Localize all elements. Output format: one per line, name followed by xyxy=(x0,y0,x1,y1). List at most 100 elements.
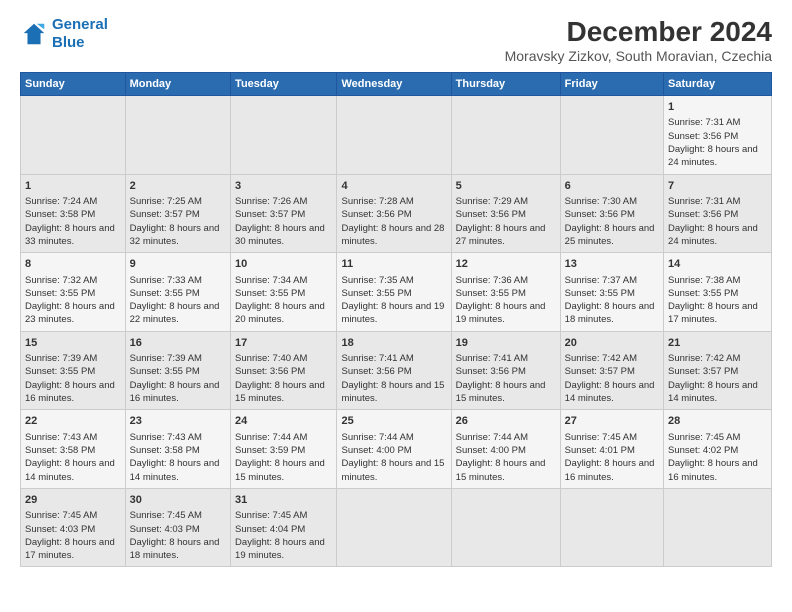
daylight-text: Daylight: 8 hours and 20 minutes. xyxy=(235,301,325,325)
daylight-text: Daylight: 8 hours and 15 minutes. xyxy=(456,380,546,404)
calendar-cell xyxy=(21,96,126,175)
calendar-cell: 27Sunrise: 7:45 AMSunset: 4:01 PMDayligh… xyxy=(560,410,663,489)
calendar-cell xyxy=(231,96,337,175)
sunrise-text: Sunrise: 7:45 AM xyxy=(668,432,740,443)
calendar-cell: 18 Sunrise: 7:41 AM Sunset: 3:56 PM Dayligh… xyxy=(337,331,451,410)
sunrise-text: Sunrise: 7:30 AM xyxy=(565,196,637,207)
calendar-cell xyxy=(560,96,663,175)
daylight-text: Daylight: 8 hours and 24 minutes. xyxy=(668,223,758,247)
month-title: December 2024 xyxy=(505,16,772,48)
day-number: 28 xyxy=(668,414,767,429)
day-number: 11 xyxy=(341,257,446,272)
sunset-text: Sunset: 3:56 PM xyxy=(456,209,526,220)
sunrise-text: Sunrise: 7:31 AM xyxy=(668,117,740,128)
sunrise-text: Sunrise: 7:39 AM xyxy=(130,353,202,364)
col-tuesday: Tuesday xyxy=(231,73,337,96)
day-number: 17 xyxy=(235,336,332,351)
logo-line2: Blue xyxy=(52,34,85,51)
calendar-cell xyxy=(664,488,772,567)
calendar-cell: 16Sunrise: 7:39 AMSunset: 3:55 PMDayligh… xyxy=(125,331,230,410)
day-number: 25 xyxy=(341,414,446,429)
calendar-cell: 15Sunrise: 7:39 AMSunset: 3:55 PMDayligh… xyxy=(21,331,126,410)
daylight-text: Daylight: 8 hours and 17 minutes. xyxy=(25,537,115,561)
calendar-cell: 17 Sunrise: 7:40 AM Sunset: 3:56 PM Dayligh… xyxy=(231,331,337,410)
sunrise-text: Sunrise: 7:40 AM xyxy=(235,353,307,364)
sunset-text: Sunset: 4:02 PM xyxy=(668,445,738,456)
daylight-text: Daylight: 8 hours and 30 minutes. xyxy=(235,223,325,247)
col-saturday: Saturday xyxy=(664,73,772,96)
day-number: 20 xyxy=(565,336,659,351)
sunset-text: Sunset: 3:58 PM xyxy=(130,445,200,456)
daylight-text: Daylight: 8 hours and 15 minutes. xyxy=(235,380,325,404)
sunset-text: Sunset: 3:55 PM xyxy=(25,366,95,377)
day-number: 29 xyxy=(25,493,121,508)
logo-text: General Blue xyxy=(52,16,108,52)
daylight-text: Daylight: 8 hours and 14 minutes. xyxy=(130,458,220,482)
day-number: 31 xyxy=(235,493,332,508)
table-row: 22Sunrise: 7:43 AMSunset: 3:58 PMDayligh… xyxy=(21,410,772,489)
title-block: December 2024 Moravsky Zizkov, South Mor… xyxy=(505,16,772,64)
daylight-text: Daylight: 8 hours and 28 minutes. xyxy=(341,223,444,247)
sunrise-text: Sunrise: 7:28 AM xyxy=(341,196,413,207)
calendar-cell: 1Sunrise: 7:24 AMSunset: 3:58 PMDaylight… xyxy=(21,174,126,253)
daylight-text: Daylight: 8 hours and 18 minutes. xyxy=(565,301,655,325)
sunset-text: Sunset: 4:03 PM xyxy=(130,524,200,535)
daylight-text: Daylight: 8 hours and 15 minutes. xyxy=(341,380,444,404)
day-number: 18 xyxy=(341,336,446,351)
calendar-cell: 6Sunrise: 7:30 AMSunset: 3:56 PMDaylight… xyxy=(560,174,663,253)
sunrise-text: Sunrise: 7:29 AM xyxy=(456,196,528,207)
sunrise-text: Sunrise: 7:37 AM xyxy=(565,275,637,286)
sunset-text: Sunset: 3:58 PM xyxy=(25,445,95,456)
calendar-cell xyxy=(451,96,560,175)
header: General Blue December 2024 Moravsky Zizk… xyxy=(20,16,772,64)
day-number: 16 xyxy=(130,336,226,351)
daylight-text: Daylight: 8 hours and 19 minutes. xyxy=(341,301,444,325)
calendar-cell: 11Sunrise: 7:35 AMSunset: 3:55 PMDayligh… xyxy=(337,253,451,332)
sunset-text: Sunset: 4:00 PM xyxy=(341,445,411,456)
daylight-text: Daylight: 8 hours and 33 minutes. xyxy=(25,223,115,247)
calendar-cell: 19Sunrise: 7:41 AMSunset: 3:56 PMDayligh… xyxy=(451,331,560,410)
sunset-text: Sunset: 3:57 PM xyxy=(565,366,635,377)
day-number: 4 xyxy=(341,179,446,194)
sunset-text: Sunset: 3:55 PM xyxy=(456,288,526,299)
calendar-cell: 10Sunrise: 7:34 AMSunset: 3:55 PMDayligh… xyxy=(231,253,337,332)
day-number: 23 xyxy=(130,414,226,429)
sunset-text: Sunset: 4:03 PM xyxy=(25,524,95,535)
sunrise-text: Sunrise: 7:26 AM xyxy=(235,196,307,207)
calendar-cell: 5Sunrise: 7:29 AMSunset: 3:56 PMDaylight… xyxy=(451,174,560,253)
day-number: 3 xyxy=(235,179,332,194)
calendar-cell: 7Sunrise: 7:31 AMSunset: 3:56 PMDaylight… xyxy=(664,174,772,253)
day-number: 14 xyxy=(668,257,767,272)
sunset-text: Sunset: 3:56 PM xyxy=(456,366,526,377)
day-number: 5 xyxy=(456,179,556,194)
calendar-cell: 12Sunrise: 7:36 AMSunset: 3:55 PMDayligh… xyxy=(451,253,560,332)
sunset-text: Sunset: 3:56 PM xyxy=(341,209,411,220)
sunrise-text: Sunrise: 7:24 AM xyxy=(25,196,97,207)
header-row: Sunday Monday Tuesday Wednesday Thursday… xyxy=(21,73,772,96)
calendar-cell: 3Sunrise: 7:26 AMSunset: 3:57 PMDaylight… xyxy=(231,174,337,253)
day-number: 21 xyxy=(668,336,767,351)
sunrise-text: Sunrise: 7:43 AM xyxy=(25,432,97,443)
calendar-cell: 4 Sunrise: 7:28 AM Sunset: 3:56 PM Daylight… xyxy=(337,174,451,253)
table-row: 15Sunrise: 7:39 AMSunset: 3:55 PMDayligh… xyxy=(21,331,772,410)
day-number: 19 xyxy=(456,336,556,351)
day-number: 12 xyxy=(456,257,556,272)
sunrise-text: Sunrise: 7:35 AM xyxy=(341,275,413,286)
calendar-cell: 29Sunrise: 7:45 AMSunset: 4:03 PMDayligh… xyxy=(21,488,126,567)
sunset-text: Sunset: 3:56 PM xyxy=(235,366,305,377)
day-number: 27 xyxy=(565,414,659,429)
calendar-cell: 9Sunrise: 7:33 AMSunset: 3:55 PMDaylight… xyxy=(125,253,230,332)
calendar-cell xyxy=(125,96,230,175)
sunset-text: Sunset: 4:00 PM xyxy=(456,445,526,456)
calendar-cell: 25Sunrise: 7:44 AMSunset: 4:00 PMDayligh… xyxy=(337,410,451,489)
sunset-text: Sunset: 3:56 PM xyxy=(565,209,635,220)
sunset-text: Sunset: 3:57 PM xyxy=(130,209,200,220)
sunrise-text: Sunrise: 7:41 AM xyxy=(341,353,413,364)
sunset-text: Sunset: 3:56 PM xyxy=(341,366,411,377)
day-number: 8 xyxy=(25,257,121,272)
calendar-cell: 1Sunrise: 7:31 AMSunset: 3:56 PMDaylight… xyxy=(664,96,772,175)
day-number: 13 xyxy=(565,257,659,272)
day-number: 9 xyxy=(130,257,226,272)
sunrise-text: Sunrise: 7:44 AM xyxy=(235,432,307,443)
day-number: 30 xyxy=(130,493,226,508)
